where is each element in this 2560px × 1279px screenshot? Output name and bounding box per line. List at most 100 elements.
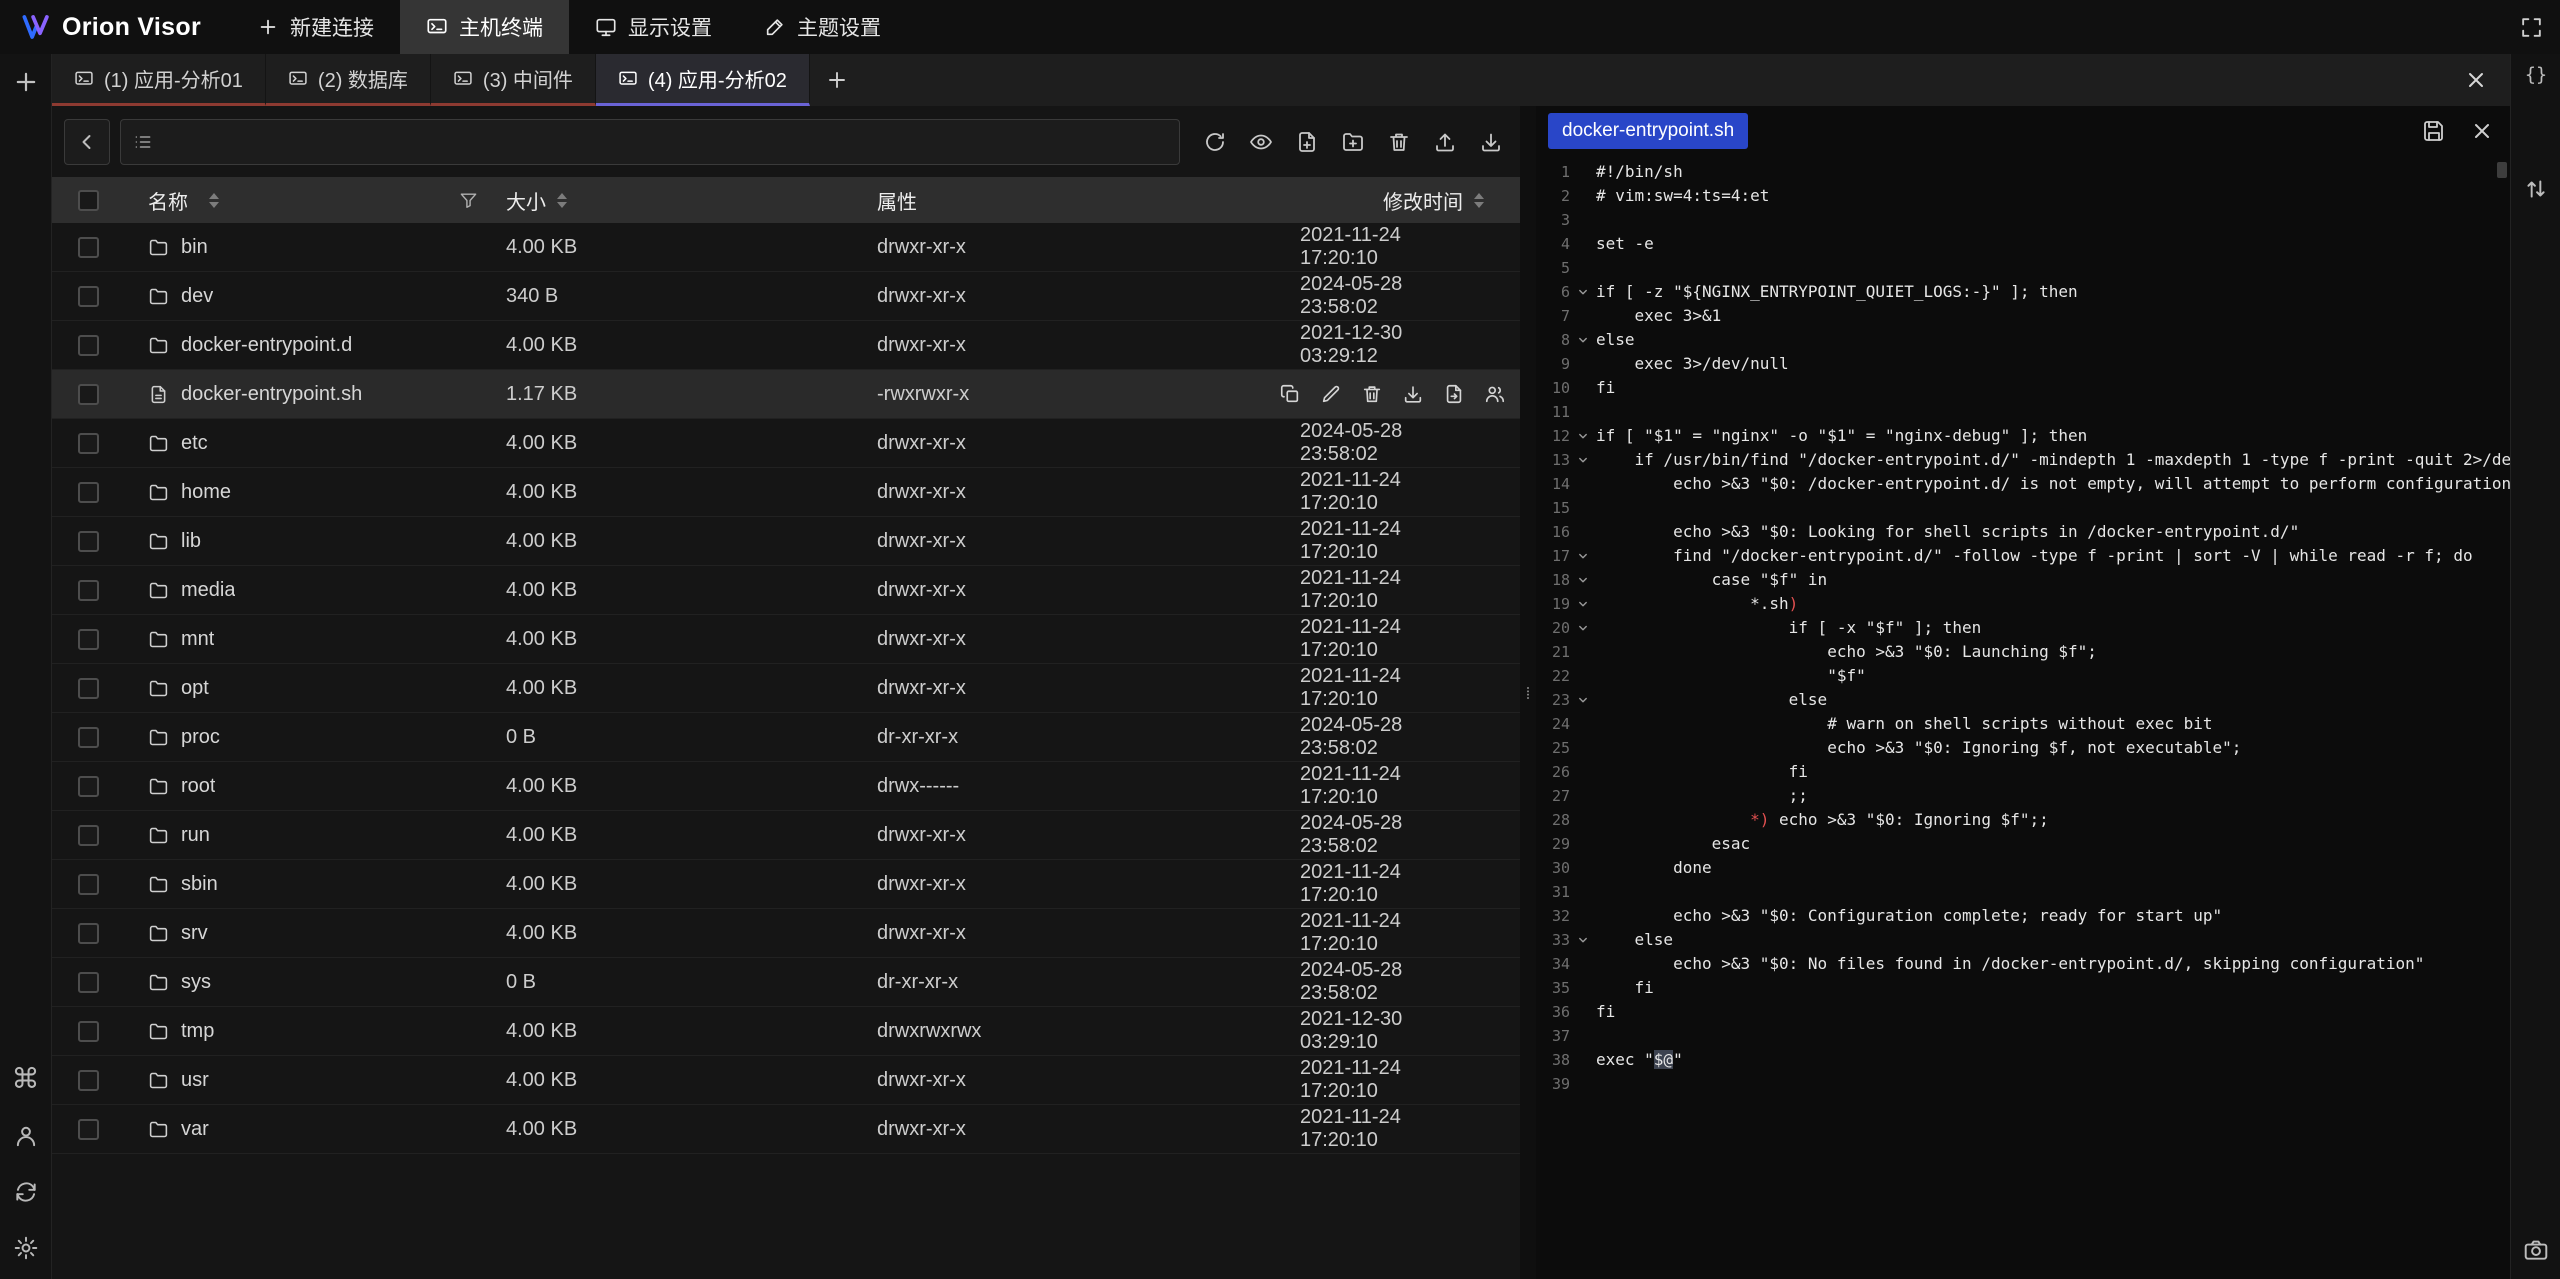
row-checkbox[interactable]: [78, 776, 99, 797]
terminal-tab[interactable]: (1) 应用-分析01: [52, 54, 266, 106]
file-row[interactable]: run4.00 KBdrwxr-xr-x2024-05-28 23:58:02: [52, 811, 1520, 860]
row-checkbox[interactable]: [78, 1021, 99, 1042]
app-logo[interactable]: Orion Visor: [0, 0, 231, 54]
file-row[interactable]: sbin4.00 KBdrwxr-xr-x2021-11-24 17:20:10: [52, 860, 1520, 909]
delete-button[interactable]: [1384, 127, 1414, 157]
row-checkbox[interactable]: [78, 678, 99, 699]
new-terminal-tab-button[interactable]: [810, 54, 864, 106]
editor-scrollbar-thumb[interactable]: [2497, 162, 2507, 178]
nav-item[interactable]: 主机终端: [400, 0, 569, 54]
column-header-size[interactable]: 大小: [506, 186, 546, 215]
fold-toggle[interactable]: [1570, 280, 1596, 304]
fold-toggle[interactable]: [1570, 544, 1596, 568]
row-checkbox[interactable]: [78, 433, 99, 454]
close-panel-button[interactable]: [2464, 54, 2510, 106]
file-row[interactable]: docker-entrypoint.d4.00 KBdrwxr-xr-x2021…: [52, 321, 1520, 370]
fold-toggle[interactable]: [1570, 688, 1596, 712]
refresh-button[interactable]: [1200, 127, 1230, 157]
fold-toggle[interactable]: [1570, 616, 1596, 640]
column-header-name[interactable]: 名称: [148, 186, 188, 215]
row-checkbox[interactable]: [78, 972, 99, 993]
fullscreen-button[interactable]: [2519, 0, 2560, 54]
row-checkbox[interactable]: [78, 482, 99, 503]
file-row[interactable]: media4.00 KBdrwxr-xr-x2021-11-24 17:20:1…: [52, 566, 1520, 615]
file-row[interactable]: docker-entrypoint.sh1.17 KB-rwxrwxr-x: [52, 370, 1520, 419]
commands-button[interactable]: ⌘: [12, 1065, 40, 1093]
terminal-tab[interactable]: (4) 应用-分析02: [596, 54, 810, 106]
file-row[interactable]: lib4.00 KBdrwxr-xr-x2021-11-24 17:20:10: [52, 517, 1520, 566]
column-header-mtime[interactable]: 修改时间: [1383, 186, 1463, 215]
file-row[interactable]: dev340 Bdrwxr-xr-x2024-05-28 23:58:02: [52, 272, 1520, 321]
row-checkbox[interactable]: [78, 923, 99, 944]
file-row[interactable]: bin4.00 KBdrwxr-xr-x2021-11-24 17:20:10: [52, 223, 1520, 272]
nav-item[interactable]: 新建连接: [231, 0, 400, 54]
nav-item[interactable]: 主题设置: [738, 0, 907, 54]
edit-action-icon[interactable]: [1320, 383, 1342, 405]
row-checkbox[interactable]: [78, 237, 99, 258]
select-all-checkbox[interactable]: [78, 190, 99, 211]
snippets-button[interactable]: [2523, 62, 2549, 88]
sort-size-control[interactable]: [557, 193, 567, 208]
file-attr: drwxr-xr-x: [877, 677, 966, 700]
user-button[interactable]: [13, 1123, 39, 1149]
editor-close-icon[interactable]: [2470, 119, 2494, 143]
fold-toggle[interactable]: [1570, 928, 1596, 952]
fold-toggle[interactable]: [1570, 424, 1596, 448]
file-row[interactable]: sys0 Bdr-xr-xr-x2024-05-28 23:58:02: [52, 958, 1520, 1007]
row-checkbox[interactable]: [78, 286, 99, 307]
row-checkbox[interactable]: [78, 825, 99, 846]
row-checkbox[interactable]: [78, 629, 99, 650]
fold-toggle[interactable]: [1570, 592, 1596, 616]
row-checkbox[interactable]: [78, 1119, 99, 1140]
file-row[interactable]: home4.00 KBdrwxr-xr-x2021-11-24 17:20:10: [52, 468, 1520, 517]
screenshot-button[interactable]: [2523, 1237, 2549, 1263]
file-row[interactable]: etc4.00 KBdrwxr-xr-x2024-05-28 23:58:02: [52, 419, 1520, 468]
download-button[interactable]: [1476, 127, 1506, 157]
row-checkbox[interactable]: [78, 580, 99, 601]
file-row[interactable]: root4.00 KBdrwx------2021-11-24 17:20:10: [52, 762, 1520, 811]
row-checkbox[interactable]: [78, 874, 99, 895]
settings-button[interactable]: [13, 1235, 39, 1261]
new-folder-button[interactable]: [1338, 127, 1368, 157]
toggle-hidden-button[interactable]: [1246, 127, 1276, 157]
file-row[interactable]: usr4.00 KBdrwxr-xr-x2021-11-24 17:20:10: [52, 1056, 1520, 1105]
file-row[interactable]: opt4.00 KBdrwxr-xr-x2021-11-24 17:20:10: [52, 664, 1520, 713]
editor-file-tab[interactable]: docker-entrypoint.sh: [1548, 113, 1748, 149]
download-action-icon[interactable]: [1402, 383, 1424, 405]
back-button[interactable]: [64, 119, 110, 165]
save-icon[interactable]: [2422, 119, 2446, 143]
sort-mtime-control[interactable]: [1474, 193, 1484, 208]
row-checkbox[interactable]: [78, 1070, 99, 1091]
sort-name-control[interactable]: [209, 193, 219, 208]
filter-icon[interactable]: [459, 191, 478, 210]
chev-down-icon: [1576, 573, 1590, 587]
row-checkbox[interactable]: [78, 384, 99, 405]
file-row[interactable]: proc0 Bdr-xr-xr-x2024-05-28 23:58:02: [52, 713, 1520, 762]
code-text: echo >&3 "$0: Configuration complete; re…: [1596, 904, 2222, 928]
terminal-tab[interactable]: (2) 数据库: [266, 54, 431, 106]
upload-button[interactable]: [1430, 127, 1460, 157]
file-row[interactable]: var4.00 KBdrwxr-xr-x2021-11-24 17:20:10: [52, 1105, 1520, 1154]
code-editor[interactable]: 1#!/bin/sh2# vim:sw=4:ts=4:et34set -e56i…: [1536, 156, 2510, 1279]
file-row[interactable]: srv4.00 KBdrwxr-xr-x2021-11-24 17:20:10: [52, 909, 1520, 958]
fold-toggle[interactable]: [1570, 568, 1596, 592]
new-connection-button[interactable]: [12, 68, 40, 96]
copy-action-icon[interactable]: [1279, 383, 1301, 405]
new-file-button[interactable]: [1292, 127, 1322, 157]
path-input[interactable]: [120, 119, 1180, 165]
permission-action-icon[interactable]: [1484, 383, 1506, 405]
fold-toggle[interactable]: [1570, 328, 1596, 352]
move-action-icon[interactable]: [1443, 383, 1465, 405]
file-row[interactable]: tmp4.00 KBdrwxrwxrwx2021-12-30 03:29:10: [52, 1007, 1520, 1056]
delete-action-icon[interactable]: [1361, 383, 1383, 405]
fold-toggle[interactable]: [1570, 448, 1596, 472]
nav-item[interactable]: 显示设置: [569, 0, 738, 54]
row-checkbox[interactable]: [78, 727, 99, 748]
terminal-tab[interactable]: (3) 中间件: [431, 54, 596, 106]
transfer-list-button[interactable]: [2523, 176, 2549, 202]
file-row[interactable]: mnt4.00 KBdrwxr-xr-x2021-11-24 17:20:10: [52, 615, 1520, 664]
panel-resize-divider[interactable]: [1520, 106, 1536, 1279]
row-checkbox[interactable]: [78, 531, 99, 552]
row-checkbox[interactable]: [78, 335, 99, 356]
sync-button[interactable]: [13, 1179, 39, 1205]
